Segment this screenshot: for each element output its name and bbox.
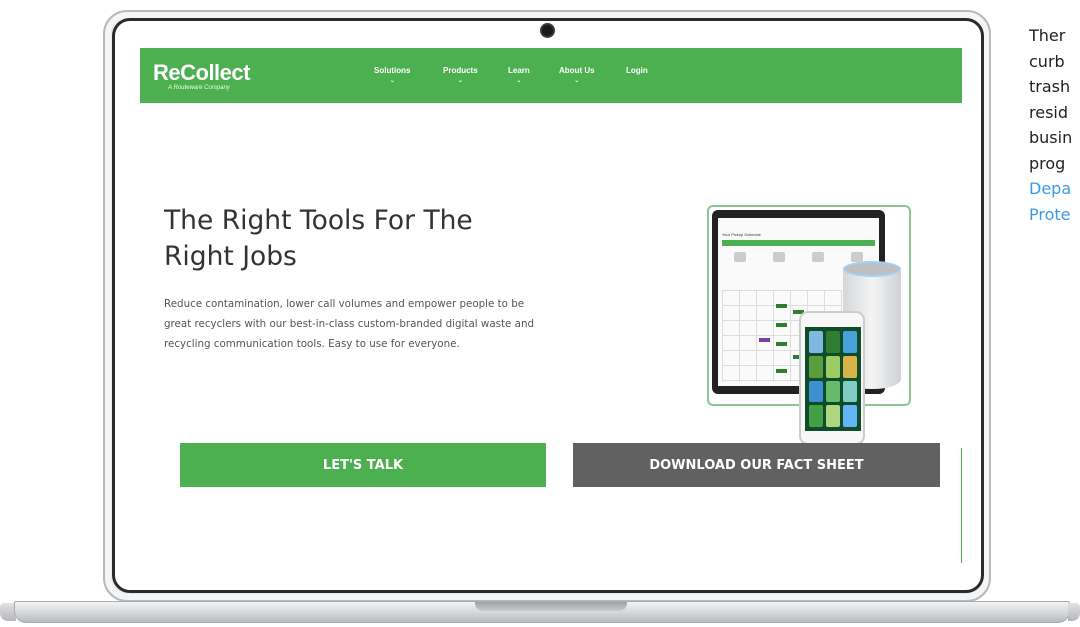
tablet-icon-row (720, 252, 877, 262)
side-text-line: resid (1029, 102, 1069, 122)
truck-icon (812, 252, 825, 262)
download-fact-sheet-button[interactable]: DOWNLOAD OUR FACT SHEET (573, 443, 940, 487)
nav-label: Learn (508, 66, 530, 75)
calendar-event (776, 304, 787, 308)
side-text-line: trash (1029, 77, 1071, 96)
hero-description-line: Reduce contamination, lower call volumes… (164, 298, 525, 310)
app-tile (826, 355, 840, 378)
hero-description-line: recycling communication tools. Easy to u… (164, 338, 460, 350)
nav-label: About Us (559, 66, 595, 75)
laptop-notch (475, 602, 627, 611)
side-text-line: curb (1029, 51, 1065, 71)
hero-heading-line: Right Jobs (164, 241, 297, 272)
chevron-down-icon: ⌄ (457, 78, 463, 84)
app-tile (809, 331, 823, 353)
hero-heading: The Right Tools For The Right Jobs (164, 203, 604, 275)
nav-label: Solutions (374, 66, 411, 75)
nav-label: Login (626, 66, 648, 75)
page: ReCollect A Routeware Company Solutions … (0, 0, 1080, 627)
side-text-line: busin (1029, 128, 1073, 147)
hero-description: Reduce contamination, lower call volumes… (164, 294, 614, 354)
calendar-icon (733, 252, 746, 262)
app-tile (809, 380, 823, 403)
phone-image (799, 311, 865, 445)
hero-description-line: great recyclers with our best-in-class c… (164, 318, 535, 330)
side-link[interactable]: Depa (1029, 176, 1080, 202)
chevron-down-icon: ⌄ (574, 78, 580, 84)
side-paragraph: Ther curb trash resid busin prog Depa Pr… (1029, 23, 1080, 227)
side-text-line: prog (1029, 153, 1066, 173)
calendar-event (776, 323, 787, 327)
laptop-screen: ReCollect A Routeware Company Solutions … (140, 48, 962, 563)
calendar-event (776, 369, 787, 373)
side-link[interactable]: Prote (1029, 202, 1080, 228)
logo-tagline: A Routeware Company (168, 85, 230, 91)
chevron-down-icon: ⌄ (389, 78, 395, 84)
nav-label: Products (443, 66, 478, 75)
laptop-base-right (1068, 603, 1080, 621)
smart-speaker-top (843, 261, 901, 277)
calendar-event (776, 342, 787, 346)
nav-about-us[interactable]: About Us ⌄ (559, 66, 595, 84)
nav-login[interactable]: Login (626, 66, 648, 75)
app-tile (826, 331, 840, 353)
calendar-event (759, 338, 770, 342)
side-text-line: Ther (1029, 26, 1066, 45)
app-tile (843, 405, 857, 427)
green-accent-bar (961, 448, 962, 563)
phone-app-grid (805, 327, 861, 431)
app-tile (843, 380, 857, 403)
hero-heading-line: The Right Tools For The (164, 205, 473, 236)
camera-icon (542, 25, 553, 36)
nav-learn[interactable]: Learn ⌄ (508, 66, 530, 84)
app-tile (809, 355, 823, 378)
lets-talk-button[interactable]: LET'S TALK (180, 443, 546, 487)
search-icon (772, 252, 785, 262)
nav-solutions[interactable]: Solutions ⌄ (374, 66, 410, 84)
app-tile (809, 405, 823, 427)
product-illustration: Your Pickup Schedule (707, 205, 911, 445)
app-tile (826, 405, 840, 427)
app-tile (826, 380, 840, 403)
tablet-schedule-title: Your Pickup Schedule (722, 232, 761, 237)
tablet-header-bar (722, 240, 875, 246)
site-logo[interactable]: ReCollect (153, 60, 250, 86)
site-navbar: ReCollect A Routeware Company Solutions … (140, 48, 962, 103)
chevron-down-icon: ⌄ (516, 78, 522, 84)
app-tile (843, 355, 857, 378)
app-tile (843, 331, 857, 353)
nav-products[interactable]: Products ⌄ (443, 66, 478, 84)
